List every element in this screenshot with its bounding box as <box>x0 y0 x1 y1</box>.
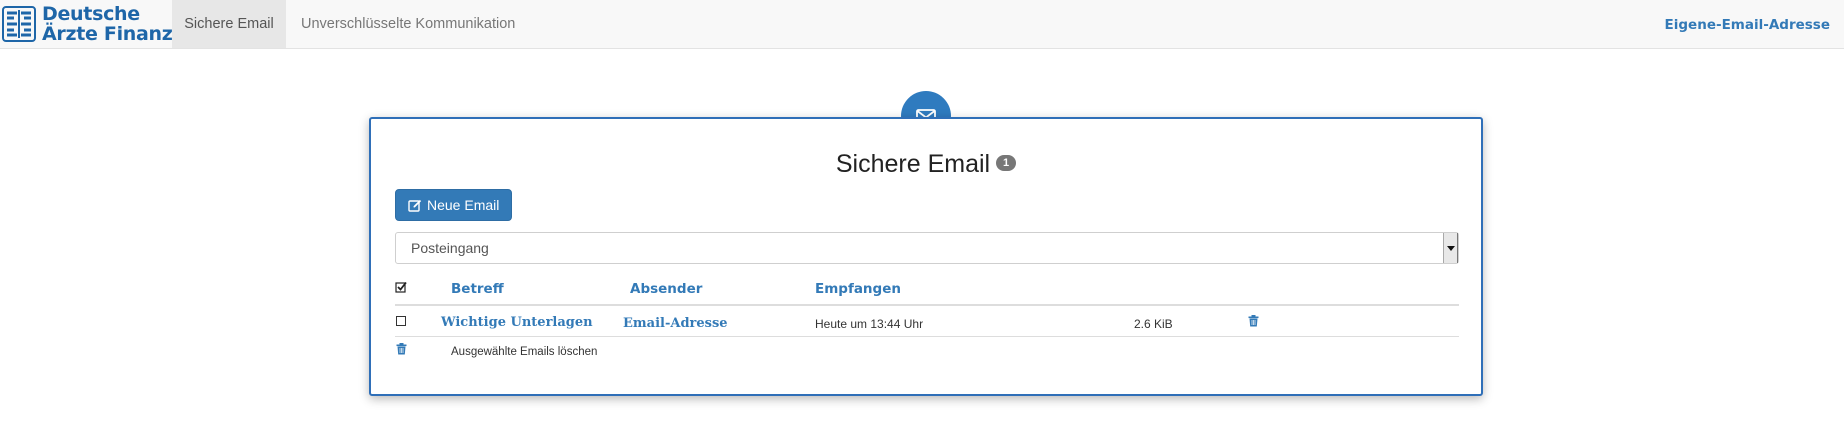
tab-unverschluesselte-kommunikation[interactable]: Unverschlüsselte Kommunikation <box>286 0 530 48</box>
row-select-checkbox[interactable] <box>396 316 406 326</box>
email-sender-link[interactable]: Email-Adresse <box>623 316 728 331</box>
page-title: Sichere Email <box>835 150 991 178</box>
secure-email-panel: Sichere Email 1 Neue Email Posteingang Be… <box>369 117 1483 396</box>
tab-sichere-email[interactable]: Sichere Email <box>172 0 286 48</box>
top-navbar: Deutsche Ärzte Finanz Sichere Email Unve… <box>0 0 1844 49</box>
column-header-sender[interactable]: Absender <box>630 281 702 297</box>
delete-selected-label[interactable]: Ausgewählte Emails löschen <box>451 346 597 358</box>
brand-logo[interactable]: Deutsche Ärzte Finanz <box>2 4 173 44</box>
email-received-time: Heute um 13:44 Uhr <box>815 317 924 331</box>
brand-line-2: Ärzte Finanz <box>42 23 173 45</box>
delete-selected-trash-icon[interactable] <box>396 343 407 355</box>
unread-count-badge: 1 <box>996 155 1017 172</box>
folder-select-value: Posteingang <box>411 240 489 256</box>
new-email-button[interactable]: Neue Email <box>395 189 513 221</box>
new-email-label: Neue Email <box>427 197 500 213</box>
folder-select[interactable]: Posteingang <box>395 232 1459 264</box>
column-header-subject[interactable]: Betreff <box>451 281 504 297</box>
brand-line-1: Deutsche <box>42 3 140 25</box>
brand-mark-icon <box>2 6 36 42</box>
brand-name: Deutsche Ärzte Finanz <box>42 4 173 44</box>
table-row-divider <box>395 336 1459 337</box>
trash-icon[interactable] <box>1248 315 1259 327</box>
own-email-address-link[interactable]: Eigene-Email-Adresse <box>1665 0 1830 48</box>
chevron-down-icon[interactable] <box>1443 233 1458 263</box>
edit-icon <box>408 199 422 212</box>
select-all-checkbox-icon[interactable] <box>395 281 407 293</box>
column-header-received[interactable]: Empfangen <box>815 281 901 297</box>
email-subject-link[interactable]: Wichtige Unterlagen <box>441 315 593 330</box>
table-header-divider <box>395 304 1459 306</box>
panel-title: Sichere Email 1 <box>371 149 1481 179</box>
email-size: 2.6 KiB <box>1134 317 1173 331</box>
